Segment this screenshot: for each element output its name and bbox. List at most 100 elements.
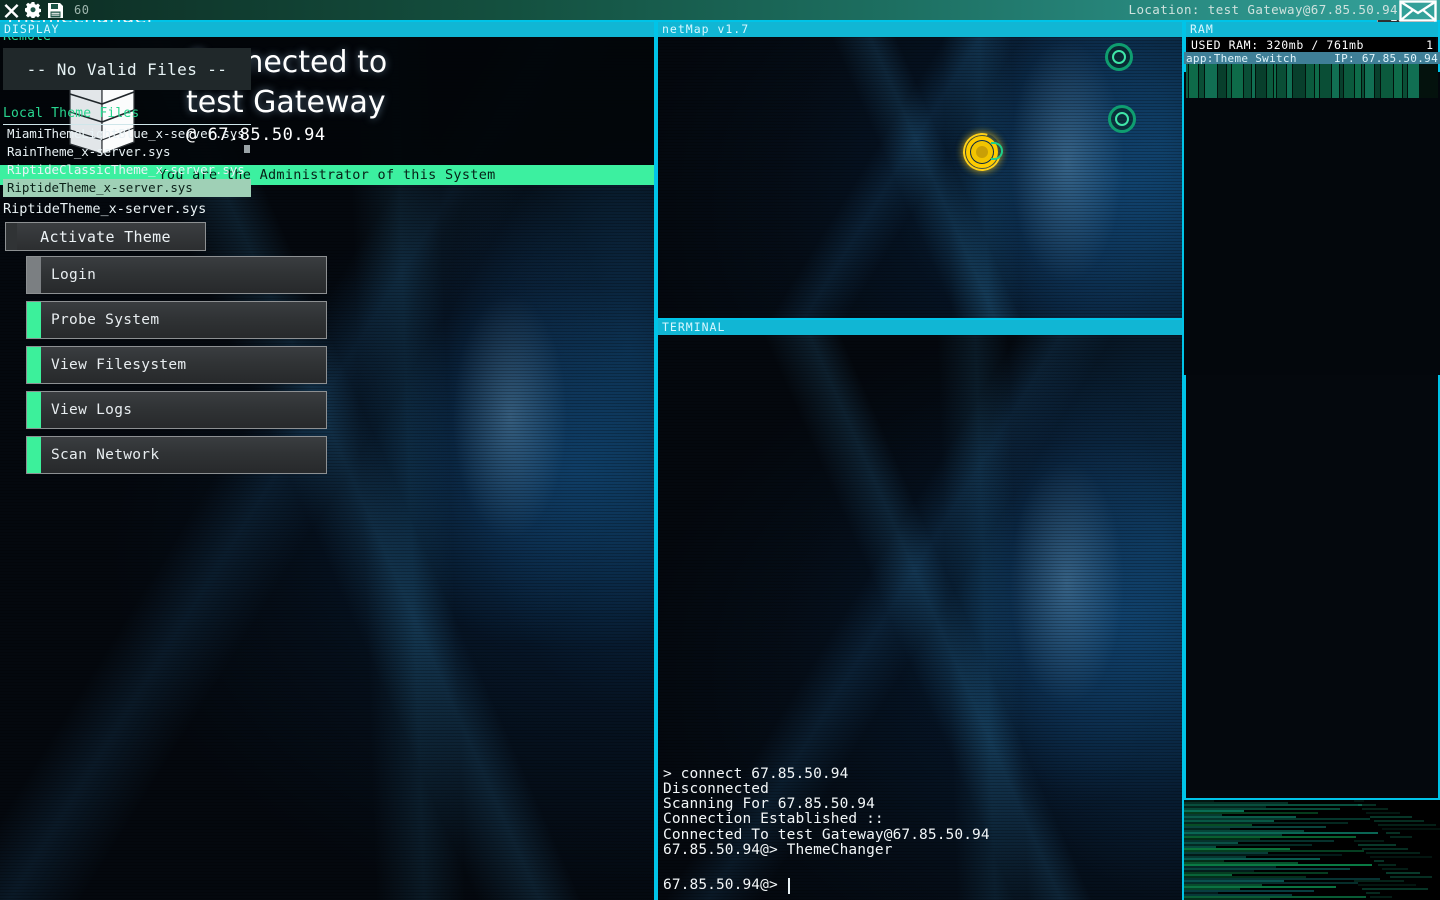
ram-segment bbox=[1344, 64, 1355, 98]
button-accent-bar bbox=[27, 392, 41, 428]
visualizer-noise bbox=[1354, 880, 1404, 882]
visualizer-noise bbox=[1358, 884, 1416, 886]
top-menu-bar: 60 Location: test Gateway@67.85.50.94 bbox=[0, 0, 1440, 20]
ram-segment bbox=[1256, 64, 1267, 98]
visualizer-noise bbox=[1382, 868, 1408, 870]
ram-usage-row: USED RAM: 320mb / 761mb 1 bbox=[1188, 37, 1436, 52]
ram-segment bbox=[1365, 64, 1375, 98]
button-accent-bar bbox=[6, 223, 17, 250]
terminal-output: > connect 67.85.50.94 Disconnected Scann… bbox=[663, 767, 1178, 894]
hacknet-game-screen: 60 Location: test Gateway@67.85.50.94 DI… bbox=[0, 0, 1440, 900]
ram-segment bbox=[1189, 64, 1199, 98]
terminal-prompt-row[interactable]: 67.85.50.94@> bbox=[663, 878, 1178, 894]
close-icon[interactable] bbox=[0, 0, 22, 20]
theme-file-item[interactable]: RiptideClassicTheme_x-server.sys bbox=[3, 161, 251, 179]
local-theme-file-list[interactable]: MiamiThemeLightBlue_x-server.sys RainThe… bbox=[3, 124, 251, 196]
network-node-2[interactable] bbox=[1108, 105, 1136, 133]
node-core bbox=[1112, 50, 1126, 64]
ram-segment bbox=[1267, 64, 1274, 98]
terminal-line: 67.85.50.94@> ThemeChanger bbox=[663, 843, 1178, 858]
theme-file-item[interactable]: RainTheme_x-server.sys bbox=[3, 143, 251, 161]
visualizer-noise bbox=[1354, 800, 1364, 802]
theme-file-item-selected[interactable]: RiptideTheme_x-server.sys bbox=[3, 179, 251, 197]
scan-network-button[interactable]: Scan Network bbox=[26, 436, 327, 474]
gear-icon[interactable] bbox=[22, 0, 44, 20]
ram-segment bbox=[1293, 64, 1306, 98]
terminal-panel-header: TERMINAL bbox=[658, 320, 1182, 335]
right-sidebar-filler bbox=[1184, 375, 1440, 800]
node-link-arc bbox=[991, 142, 1003, 160]
netmap-panel-header: netMap v1.7 bbox=[658, 22, 1182, 37]
terminal-line: Disconnected bbox=[663, 782, 1178, 797]
visualizer-noise bbox=[1382, 828, 1440, 830]
visualizer-noise bbox=[1362, 888, 1428, 890]
display-panel-header: DISPLAY bbox=[0, 22, 654, 37]
view-logs-button[interactable]: View Logs bbox=[26, 391, 327, 429]
fps-counter: 60 bbox=[74, 3, 89, 17]
button-accent-bar bbox=[27, 347, 41, 383]
network-node-connected[interactable] bbox=[963, 133, 1001, 171]
theme-file-item[interactable]: MiamiThemeLightBlue_x-server.sys bbox=[3, 125, 251, 143]
ram-segment bbox=[1355, 64, 1362, 98]
file-list-scrollbar[interactable] bbox=[244, 145, 250, 153]
visualizer-noise bbox=[1354, 840, 1384, 842]
local-section-label: Local Theme Files bbox=[3, 106, 139, 121]
ram-segment bbox=[1277, 64, 1287, 98]
probe-system-button[interactable]: Probe System bbox=[26, 301, 327, 339]
ram-usage-bar bbox=[1186, 64, 1438, 98]
ram-segment bbox=[1306, 64, 1315, 98]
visualizer-noise bbox=[1390, 876, 1432, 878]
netmap-background-art bbox=[658, 37, 1182, 319]
button-accent-bar bbox=[27, 257, 41, 293]
netmap-panel: netMap v1.7 bbox=[656, 20, 1184, 319]
terminal-line: > connect 67.85.50.94 bbox=[663, 767, 1178, 782]
probe-system-button-label: Probe System bbox=[51, 312, 159, 328]
button-accent-bar bbox=[27, 302, 41, 338]
visualizer-noise bbox=[1362, 848, 1408, 850]
ram-segment bbox=[1205, 64, 1218, 98]
ram-segment bbox=[1232, 64, 1244, 98]
view-logs-button-label: View Logs bbox=[51, 402, 132, 418]
ram-segment bbox=[1381, 64, 1394, 98]
login-button[interactable]: Login bbox=[26, 256, 327, 294]
ram-process-ip: IP: 67.85.50.94 bbox=[1334, 52, 1438, 65]
visualizer-noise bbox=[1390, 836, 1412, 838]
terminal-caret bbox=[788, 878, 790, 894]
visualizer-noise bbox=[1358, 844, 1396, 846]
floppy-disk-icon[interactable] bbox=[44, 0, 66, 20]
selected-file-label: RiptideTheme_x-server.sys bbox=[3, 201, 206, 217]
visualizer-noise bbox=[1378, 864, 1396, 866]
ram-segment bbox=[1394, 64, 1403, 98]
terminal-line: Connected To test Gateway@67.85.50.94 bbox=[663, 828, 1178, 843]
envelope-icon[interactable] bbox=[1398, 0, 1438, 22]
node-core bbox=[1115, 112, 1129, 126]
netmap-body[interactable] bbox=[658, 37, 1182, 319]
activate-theme-button[interactable]: Activate Theme bbox=[5, 222, 206, 251]
data-stream-visualizer bbox=[1184, 800, 1440, 900]
remote-files-empty: -- No Valid Files -- bbox=[3, 48, 251, 90]
ram-segment bbox=[1244, 64, 1252, 98]
ram-usage-label: USED RAM: 320mb / 761mb bbox=[1191, 38, 1364, 52]
terminal-line: Scanning For 67.85.50.94 bbox=[663, 797, 1178, 812]
terminal-panel: TERMINAL > connect 67.85.50.94 Disconnec… bbox=[656, 318, 1184, 900]
view-filesystem-button[interactable]: View Filesystem bbox=[26, 346, 327, 384]
ram-segment bbox=[1332, 64, 1340, 98]
visualizer-noise bbox=[1370, 856, 1432, 858]
display-action-buttons: Login Probe System View Filesystem View … bbox=[26, 256, 327, 481]
visualizer-noise bbox=[1366, 892, 1380, 894]
ram-process-count: 1 bbox=[1426, 38, 1433, 52]
ram-process-row[interactable]: app:Theme Switch IP: 67.85.50.94 bbox=[1184, 52, 1440, 64]
visualizer-noise bbox=[1370, 896, 1392, 898]
visualizer-noise bbox=[1374, 860, 1384, 862]
visualizer-noise bbox=[1366, 812, 1400, 814]
node-core bbox=[976, 146, 988, 158]
terminal-body[interactable]: > connect 67.85.50.94 Disconnected Scann… bbox=[658, 335, 1182, 900]
visualizer-noise bbox=[1378, 824, 1436, 826]
visualizer-noise bbox=[1374, 820, 1424, 822]
remote-empty-label: -- No Valid Files -- bbox=[27, 60, 228, 79]
network-node-1[interactable] bbox=[1105, 43, 1133, 71]
view-filesystem-button-label: View Filesystem bbox=[51, 357, 186, 373]
terminal-line: Connection Established :: bbox=[663, 812, 1178, 827]
scan-network-button-label: Scan Network bbox=[51, 447, 159, 463]
visualizer-noise bbox=[1386, 872, 1420, 874]
